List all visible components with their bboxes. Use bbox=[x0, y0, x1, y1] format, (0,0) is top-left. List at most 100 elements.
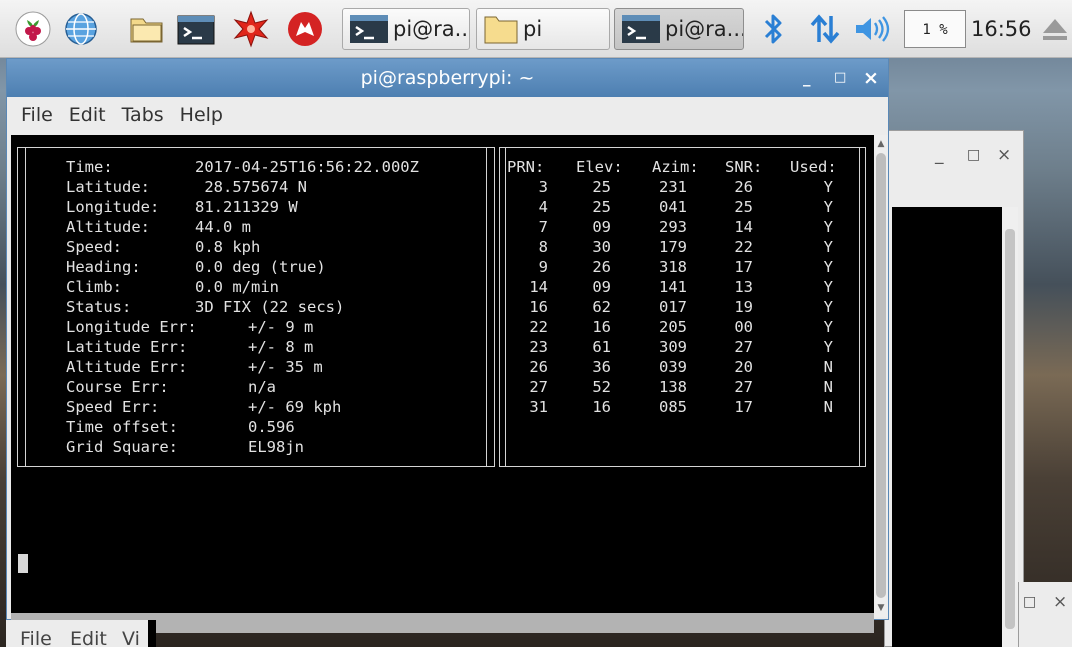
scroll-down-arrow-icon[interactable]: ▼ bbox=[874, 601, 888, 615]
satellite-header-cell: Azim: bbox=[652, 158, 699, 176]
gps-field-row: Time offset: 0.596 bbox=[66, 417, 486, 437]
clock[interactable]: 16:56 bbox=[971, 10, 1032, 48]
eject-icon[interactable] bbox=[1040, 10, 1070, 48]
satellite-cell: Y bbox=[823, 318, 833, 336]
gps-field-row: Latitude Err: +/- 8 m bbox=[66, 337, 486, 357]
menu-help[interactable]: Help bbox=[180, 104, 223, 126]
scrollbar-thumb[interactable] bbox=[876, 153, 886, 598]
terminal-icon bbox=[350, 15, 388, 43]
gps-field-row: Longitude: 81.211329 W bbox=[66, 197, 486, 217]
partial-window[interactable]: □ × bbox=[1018, 582, 1072, 647]
scrollbar-thumb[interactable] bbox=[1005, 229, 1015, 629]
satellite-cell: 318 bbox=[659, 258, 687, 276]
title-bar[interactable]: pi@raspberrypi: ~ _ □ × bbox=[7, 59, 888, 97]
box-border-left bbox=[505, 148, 506, 466]
volume-icon[interactable] bbox=[852, 10, 892, 48]
gps-field-label: Latitude: bbox=[66, 178, 150, 196]
terminal-window[interactable]: pi@raspberrypi: ~ _ □ × File Edit Tabs H… bbox=[6, 58, 889, 633]
gps-field-label: Latitude Err: bbox=[66, 338, 188, 356]
satellite-cell: 8 bbox=[538, 238, 548, 256]
cpu-usage-monitor[interactable]: 1 % bbox=[904, 10, 966, 48]
satellite-cell: 20 bbox=[734, 358, 753, 376]
satellite-cell: N bbox=[823, 378, 833, 396]
satellite-cell: 31 bbox=[529, 398, 548, 416]
satellite-cell: 26 bbox=[592, 258, 611, 276]
satellite-cell: 36 bbox=[592, 358, 611, 376]
satellite-cell: 27 bbox=[734, 378, 753, 396]
scroll-up-arrow-icon[interactable]: ▲ bbox=[874, 137, 888, 151]
task-file-manager[interactable]: pi bbox=[476, 8, 610, 50]
raspberry-menu-icon[interactable] bbox=[14, 10, 52, 48]
gps-field-row: Course Err: n/a bbox=[66, 377, 486, 397]
satellite-cell: 52 bbox=[592, 378, 611, 396]
gps-field-row: Speed: 0.8 kph bbox=[66, 237, 486, 257]
satellite-cell: 27 bbox=[734, 338, 753, 356]
terminal-launcher-icon[interactable] bbox=[176, 10, 215, 48]
wolfram-icon[interactable] bbox=[286, 10, 324, 48]
satellite-cell: 3 bbox=[538, 178, 548, 196]
terminal-screen[interactable]: Time: 2017-04-25T16:56:22.000Z Latitude: 2… bbox=[11, 135, 874, 633]
box-border-left bbox=[25, 148, 26, 466]
satellite-row: 3 25 231 26 Y bbox=[507, 177, 857, 197]
background-terminal-area[interactable] bbox=[892, 207, 1018, 647]
satellite-cell: 085 bbox=[659, 398, 687, 416]
gps-field-value: 0.8 kph bbox=[195, 238, 261, 256]
satellite-row: 27 52 138 27 N bbox=[507, 377, 857, 397]
gps-field-value: 44.0 m bbox=[195, 218, 251, 236]
satellite-row: 9 26 318 17 Y bbox=[507, 257, 857, 277]
gps-field-value: +/- 69 kph bbox=[248, 398, 342, 416]
menu-edit[interactable]: Edit bbox=[69, 104, 106, 126]
satellite-row: 8 30 179 22 Y bbox=[507, 237, 857, 257]
gps-field-label: Status: bbox=[66, 298, 132, 316]
satellite-cell: 61 bbox=[592, 338, 611, 356]
maximize-button[interactable]: □ bbox=[834, 59, 846, 97]
menu-edit[interactable]: Edit bbox=[70, 628, 107, 647]
menu-tabs[interactable]: Tabs bbox=[122, 104, 164, 126]
gps-field-label: Grid Square: bbox=[66, 438, 178, 456]
satellite-cell: 22 bbox=[734, 238, 753, 256]
gps-field-value: EL98jn bbox=[248, 438, 304, 456]
bluetooth-icon[interactable] bbox=[760, 10, 786, 48]
satellite-cell: 7 bbox=[538, 218, 548, 236]
satellite-cell: 179 bbox=[659, 238, 687, 256]
satellite-cell: Y bbox=[823, 258, 833, 276]
window-title: pi@raspberrypi: ~ bbox=[360, 67, 535, 89]
background-terminal-window[interactable]: _ □ × bbox=[884, 130, 1024, 647]
gps-field-value: +/- 9 m bbox=[248, 318, 314, 336]
close-button[interactable]: × bbox=[1053, 592, 1067, 612]
web-browser-icon[interactable] bbox=[62, 10, 100, 48]
gps-field-label: Altitude: bbox=[66, 218, 150, 236]
close-button[interactable]: × bbox=[997, 145, 1011, 165]
file-manager-icon[interactable] bbox=[128, 10, 166, 48]
minimize-button[interactable]: _ bbox=[803, 59, 811, 97]
close-button[interactable]: × bbox=[863, 59, 879, 97]
gps-field-label: Climb: bbox=[66, 278, 122, 296]
gps-field-value: 3D FIX (22 secs) bbox=[195, 298, 345, 316]
gps-field-value: 0.0 deg (true) bbox=[195, 258, 326, 276]
satellite-cell: 138 bbox=[659, 378, 687, 396]
menu-file[interactable]: File bbox=[20, 628, 52, 647]
bottom-window[interactable]: File Edit Vi bbox=[6, 620, 156, 647]
satellite-cell: Y bbox=[823, 298, 833, 316]
satellite-row: 23 61 309 27 Y bbox=[507, 337, 857, 357]
scrollbar[interactable] bbox=[1002, 207, 1018, 647]
gps-field-row: Altitude: 44.0 m bbox=[66, 217, 486, 237]
satellite-cell: 13 bbox=[734, 278, 753, 296]
network-icon[interactable] bbox=[808, 10, 842, 48]
satellite-cell: 309 bbox=[659, 338, 687, 356]
maximize-button[interactable]: □ bbox=[967, 147, 980, 163]
minimize-button[interactable]: _ bbox=[935, 145, 944, 165]
satellite-cell: 16 bbox=[592, 318, 611, 336]
mathematica-icon[interactable] bbox=[232, 10, 270, 48]
gps-field-row: Longitude Err: +/- 9 m bbox=[66, 317, 486, 337]
scrollbar[interactable]: ▲ ▼ bbox=[874, 135, 888, 617]
task-terminal-2[interactable]: pi@ra... bbox=[614, 8, 744, 50]
satellite-header-cell: PRN: bbox=[507, 158, 545, 176]
maximize-button[interactable]: □ bbox=[1023, 594, 1036, 610]
satellite-cell: 16 bbox=[529, 298, 548, 316]
menu-view[interactable]: Vi bbox=[122, 628, 140, 647]
satellite-cell: 17 bbox=[734, 258, 753, 276]
task-terminal-1[interactable]: pi@ra... bbox=[342, 8, 470, 50]
satellite-header-row: PRN: Elev: Azim: SNR: Used: bbox=[507, 157, 857, 177]
menu-file[interactable]: File bbox=[21, 104, 53, 126]
